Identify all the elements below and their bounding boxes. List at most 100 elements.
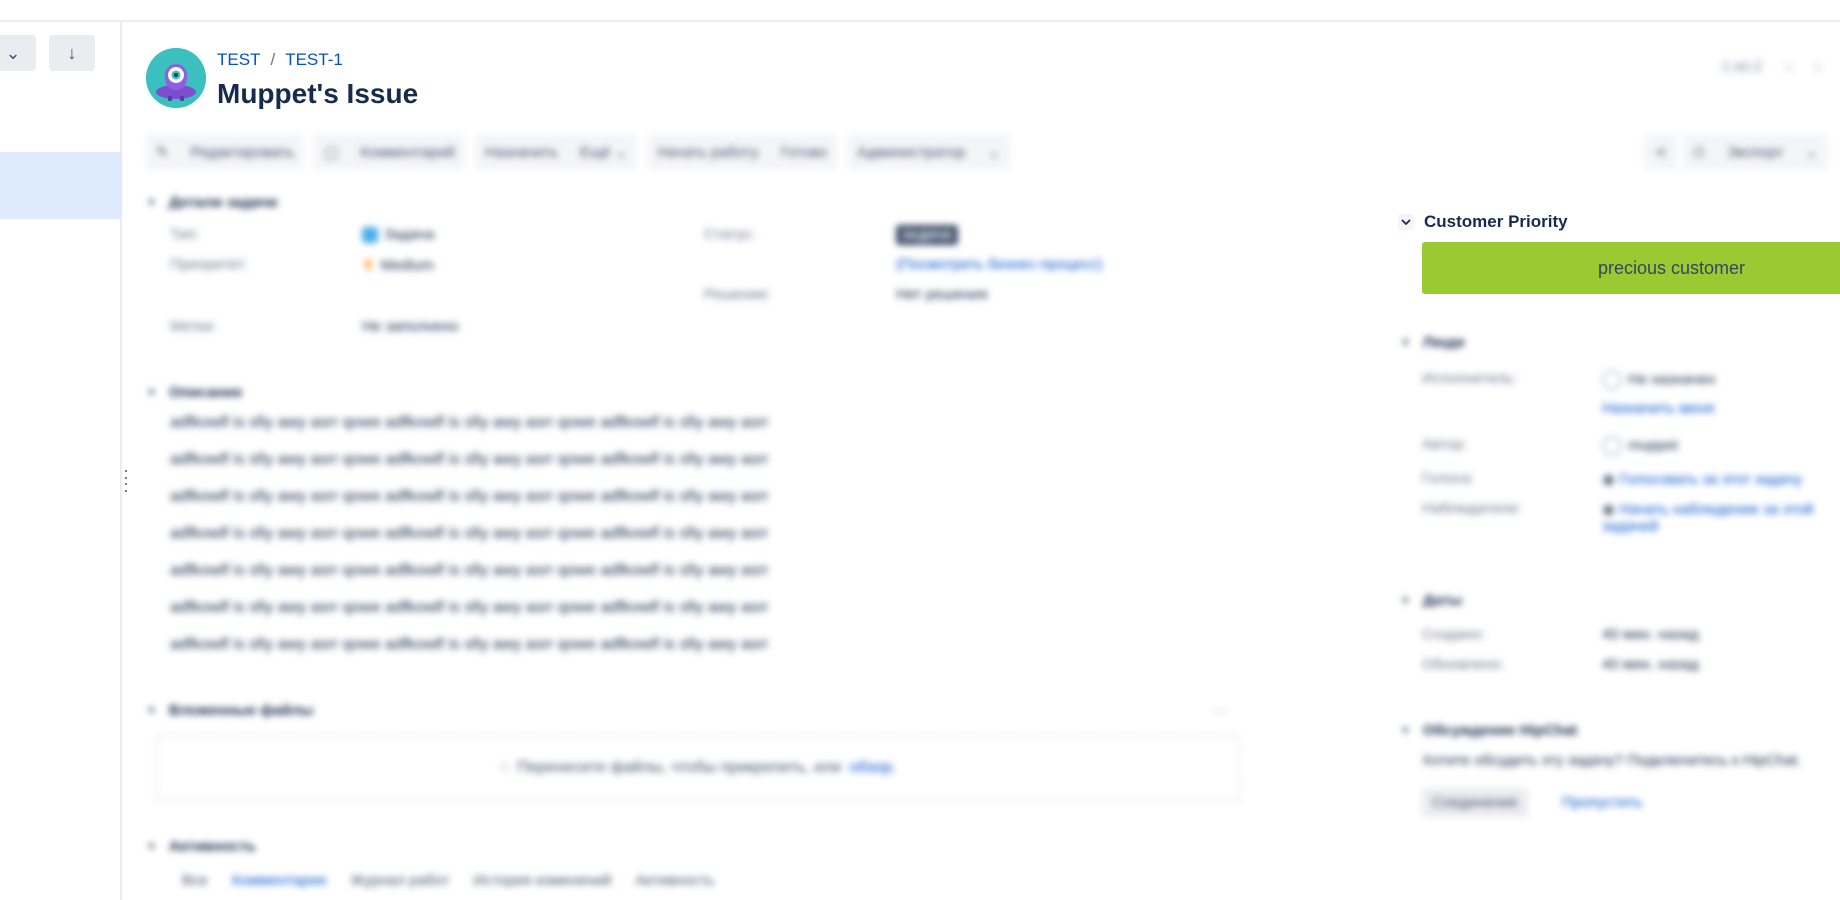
- hipchat-heading[interactable]: ▼ Обсуждение HipChat: [1400, 722, 1577, 739]
- next-issue-icon[interactable]: ›: [1815, 58, 1820, 75]
- activity-heading-label: Активность: [168, 838, 256, 855]
- chevron-down-icon: ▼: [146, 840, 157, 853]
- tab-comments[interactable]: Комментарии: [232, 872, 326, 889]
- chevron-down-icon[interactable]: ⌄: [0, 35, 36, 71]
- dates-heading[interactable]: ▼ Даты: [1400, 592, 1462, 609]
- chevron-down-icon: ▼: [146, 196, 157, 209]
- issue-view: TEST / TEST-1 Muppet's Issue 1 из 2 ‹ › …: [122, 22, 1840, 900]
- details-heading[interactable]: ▼ Детали задачи: [146, 194, 278, 211]
- admin-button[interactable]: Администратор ⌄: [847, 134, 1010, 170]
- pencil-icon: ✎: [156, 144, 169, 161]
- assign-more-group: Назначить Ещё ⌄: [474, 134, 638, 170]
- previous-issue-icon[interactable]: ‹: [1786, 58, 1791, 75]
- activity-heading[interactable]: ▼ Активность: [146, 838, 256, 855]
- description-heading[interactable]: ▼ Описание: [146, 384, 242, 401]
- admin-label: Администратор: [857, 143, 966, 161]
- status-badge[interactable]: ЗАДАЧА: [896, 225, 959, 245]
- reporter-value-text: muppet: [1628, 436, 1679, 454]
- details-heading-label: Детали задачи: [168, 194, 278, 211]
- people-heading[interactable]: ▼ Люди: [1400, 334, 1465, 351]
- muppet-avatar-icon: [146, 48, 206, 108]
- customer-priority-value: precious customer: [1422, 242, 1840, 294]
- labels-value[interactable]: Не заполнено: [362, 318, 459, 335]
- vote-icon: ◉: [1602, 471, 1620, 488]
- customer-priority-header[interactable]: Customer Priority: [1398, 212, 1568, 232]
- hipchat-skip-link[interactable]: Пропустить: [1562, 794, 1642, 811]
- assignee-label: Исполнитель:: [1422, 370, 1518, 387]
- attachments-heading[interactable]: ▼ Вложенные файлы: [146, 702, 313, 719]
- assignee-value-text: Не назначен: [1628, 370, 1716, 388]
- priority-label: Приоритет:: [170, 256, 249, 273]
- created-label: Создано:: [1422, 626, 1486, 643]
- people-heading-label: Люди: [1422, 334, 1465, 351]
- updated-value: 40 мин. назад: [1602, 656, 1699, 673]
- updated-label: Обновлено:: [1422, 656, 1505, 673]
- description-line: adfkowlf is sfiy awy asrr qowe adfkowlf …: [170, 599, 769, 616]
- resolution-label: Решение:: [704, 286, 772, 303]
- labels-label: Метки:: [170, 318, 217, 335]
- watch-link-text: Начать наблюдение за этой задачей: [1602, 501, 1814, 535]
- done-button[interactable]: Готово: [781, 144, 827, 161]
- watch-icon: ◉: [1602, 501, 1620, 518]
- workflow-link[interactable]: (Посмотреть бизнес-процесс): [896, 256, 1102, 273]
- tab-worklog[interactable]: Журнал работ: [350, 872, 449, 889]
- vote-link-text: Голосовать за этот задачу: [1619, 471, 1803, 488]
- comment-button[interactable]: ▢ Комментарий: [314, 134, 465, 170]
- type-value-text: Задача: [384, 226, 435, 243]
- selected-issue-item[interactable]: [0, 152, 122, 219]
- export-button[interactable]: ⎙ Экспорт ⌄: [1683, 134, 1828, 170]
- reporter-label: Автор:: [1422, 436, 1468, 453]
- tab-all[interactable]: Все: [182, 872, 208, 889]
- left-panel: ⌄ ↓: [0, 22, 122, 900]
- edit-label: Редактировать: [190, 143, 295, 161]
- page-title: Muppet's Issue: [217, 78, 419, 109]
- more-label: Ещё: [579, 144, 611, 161]
- type-label: Тип:: [170, 226, 200, 243]
- share-button[interactable]: ≺: [1644, 134, 1678, 170]
- chevron-down-icon: [1398, 214, 1414, 230]
- sort-down-button[interactable]: ↓: [49, 35, 95, 71]
- activity-tabs: Все Комментарии Журнал работ История изм…: [182, 872, 714, 889]
- avatar: [1602, 370, 1622, 390]
- description-line: adfkowlf is sfiy awy asrr qowe adfkowlf …: [170, 488, 769, 505]
- attachments-dropzone[interactable]: ◌ Перенесите файлы, чтобы прикрепить, ил…: [156, 734, 1240, 802]
- upload-icon: ◌: [499, 759, 510, 776]
- issue-pager: 1 из 2 ‹ ›: [1722, 58, 1820, 75]
- votes-label: Голоса:: [1422, 470, 1475, 487]
- description-line: adfkowlf is sfiy awy asrr qowe adfkowlf …: [170, 451, 769, 468]
- hipchat-prompt: Хотите обсудить эту задачу? Подключитесь…: [1422, 752, 1802, 769]
- reporter-value: muppet: [1602, 436, 1678, 456]
- avatar: [1602, 436, 1622, 456]
- task-type-icon: [362, 227, 378, 244]
- tab-activity[interactable]: Активность: [635, 872, 714, 889]
- start-work-button[interactable]: Начать работу: [657, 144, 758, 161]
- arrow-down-icon: ↓: [67, 42, 77, 63]
- dates-heading-label: Даты: [1422, 592, 1463, 609]
- description-line: adfkowlf is sfiy awy asrr qowe adfkowlf …: [170, 525, 769, 542]
- project-avatar: [146, 48, 206, 108]
- watchers-label: Наблюдатели:: [1422, 500, 1522, 517]
- top-bar: [0, 0, 1840, 22]
- breadcrumb-issue-key[interactable]: TEST-1: [285, 50, 343, 70]
- attachments-more-icon[interactable]: ···: [1212, 702, 1227, 719]
- browse-link[interactable]: обзор.: [849, 759, 896, 777]
- assign-to-me-link[interactable]: Назначить меня: [1602, 400, 1714, 417]
- share-icon: ≺: [1654, 144, 1668, 161]
- more-button[interactable]: Ещё ⌄: [580, 143, 627, 161]
- description-line: adfkowlf is sfiy awy asrr qowe adfkowlf …: [170, 414, 769, 431]
- description-heading-label: Описание: [168, 384, 243, 401]
- vote-link[interactable]: ◉ Голосовать за этот задачу: [1602, 470, 1802, 488]
- priority-medium-icon: ⬆: [362, 257, 375, 274]
- hipchat-connect-button[interactable]: Соединение: [1422, 788, 1528, 817]
- breadcrumb-project[interactable]: TEST: [217, 50, 260, 70]
- tab-history[interactable]: История изменений: [473, 872, 611, 889]
- chevron-down-icon: ▼: [1400, 336, 1411, 349]
- edit-button[interactable]: ✎ Редактировать: [146, 134, 305, 170]
- watch-link[interactable]: ◉ Начать наблюдение за этой задачей: [1602, 500, 1840, 535]
- type-value: Задача: [362, 226, 435, 244]
- issue-toolbar: ✎ Редактировать ▢ Комментарий Назначить Ещ…: [146, 134, 1010, 170]
- comment-icon: ▢: [324, 144, 339, 161]
- workflow-group: Начать работу Готово: [647, 134, 838, 170]
- description-line: adfkowlf is sfiy awy asrr qowe adfkowlf …: [170, 562, 769, 579]
- assign-button[interactable]: Назначить: [485, 144, 558, 161]
